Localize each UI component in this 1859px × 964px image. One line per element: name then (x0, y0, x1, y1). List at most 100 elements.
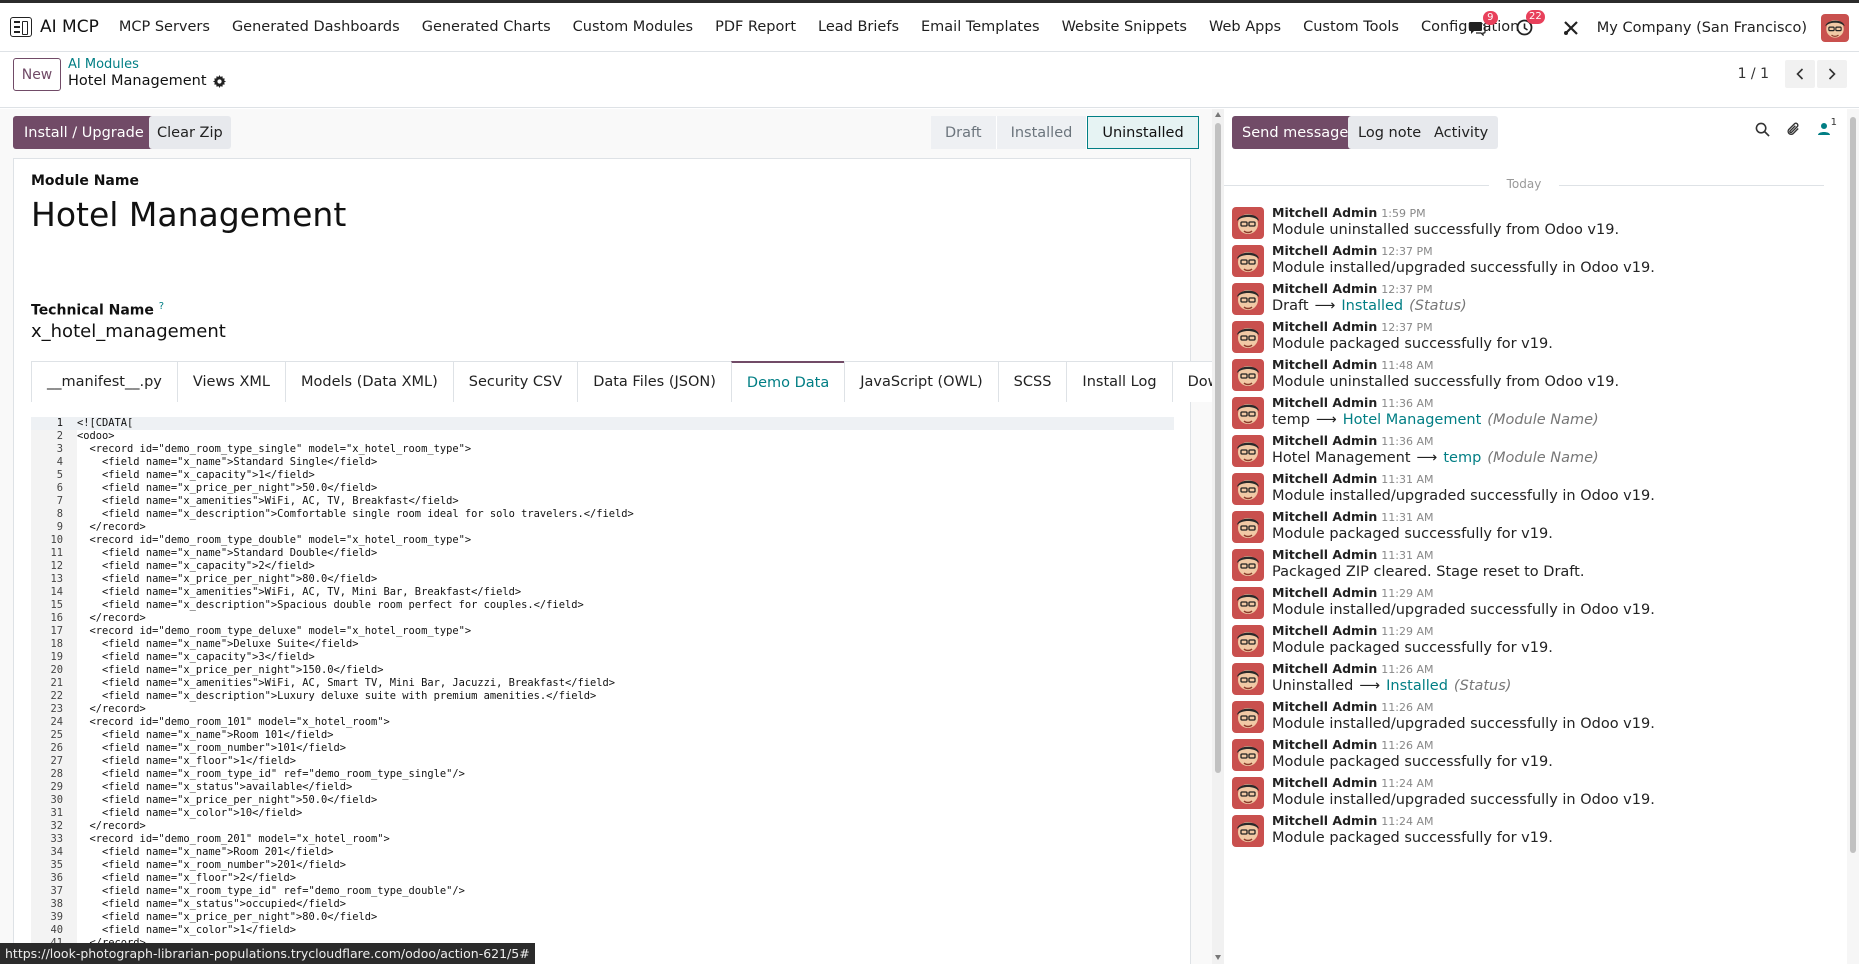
message-author[interactable]: Mitchell Admin 11:24 AM (1272, 813, 1433, 828)
author-name[interactable]: Mitchell Admin (1272, 547, 1377, 562)
messages-button[interactable]: 9 (1468, 10, 1498, 36)
avatar[interactable] (1232, 739, 1264, 771)
gear-icon[interactable] (212, 74, 226, 88)
avatar[interactable] (1232, 815, 1264, 847)
avatar[interactable] (1232, 625, 1264, 657)
tab[interactable]: JavaScript (OWL) (844, 361, 999, 402)
tab[interactable]: SCSS (997, 361, 1068, 402)
message-author[interactable]: Mitchell Admin 1:59 PM (1272, 205, 1426, 220)
author-name[interactable]: Mitchell Admin (1272, 319, 1377, 334)
install-upgrade-button[interactable]: Install / Upgrade (13, 116, 155, 149)
breadcrumb-parent[interactable]: AI Modules (68, 57, 139, 72)
avatar[interactable] (1232, 359, 1264, 391)
tab[interactable]: Install Log (1066, 361, 1173, 402)
message-author[interactable]: Mitchell Admin 11:29 AM (1272, 585, 1433, 600)
message-author[interactable]: Mitchell Admin 11:26 AM (1272, 661, 1433, 676)
message-author[interactable]: Mitchell Admin 11:31 AM (1272, 509, 1433, 524)
avatar[interactable] (1821, 13, 1849, 42)
message-author[interactable]: Mitchell Admin 11:48 AM (1272, 357, 1433, 372)
avatar[interactable] (1232, 207, 1264, 239)
chatter-scrollbar-thumb[interactable] (1850, 117, 1856, 853)
activity-button[interactable]: Activity (1424, 116, 1499, 149)
author-name[interactable]: Mitchell Admin (1272, 395, 1377, 410)
nav-item[interactable]: Email Templates (921, 19, 1040, 35)
author-name[interactable]: Mitchell Admin (1272, 205, 1377, 220)
clear-zip-button[interactable]: Clear Zip (149, 116, 231, 149)
author-name[interactable]: Mitchell Admin (1272, 243, 1377, 258)
stage-draft[interactable]: Draft (931, 116, 997, 149)
chatter-scrollbar[interactable] (1847, 109, 1859, 964)
tab[interactable]: Security CSV (452, 361, 579, 402)
author-name[interactable]: Mitchell Admin (1272, 433, 1377, 448)
author-name[interactable]: Mitchell Admin (1272, 699, 1377, 714)
message-author[interactable]: Mitchell Admin 11:24 AM (1272, 775, 1433, 790)
author-name[interactable]: Mitchell Admin (1272, 661, 1377, 676)
author-name[interactable]: Mitchell Admin (1272, 471, 1377, 486)
pager-next-button[interactable] (1817, 60, 1847, 88)
form-scrollbar-thumb[interactable] (1215, 123, 1221, 773)
message-author[interactable]: Mitchell Admin 11:36 AM (1272, 433, 1433, 448)
followers-button[interactable]: 1 (1817, 117, 1837, 136)
author-name[interactable]: Mitchell Admin (1272, 509, 1377, 524)
nav-item[interactable]: Custom Tools (1303, 19, 1399, 35)
message-author[interactable]: Mitchell Admin 11:26 AM (1272, 737, 1433, 752)
stage-installed[interactable]: Installed (996, 116, 1088, 149)
message-author[interactable]: Mitchell Admin 11:31 AM (1272, 471, 1433, 486)
scroll-down-icon[interactable] (1215, 955, 1221, 960)
technical-name-field[interactable]: x_hotel_management (31, 321, 226, 342)
author-name[interactable]: Mitchell Admin (1272, 775, 1377, 790)
avatar[interactable] (1232, 777, 1264, 809)
nav-item[interactable]: Generated Dashboards (232, 19, 400, 35)
nav-item[interactable]: Website Snippets (1062, 19, 1187, 35)
message-author[interactable]: Mitchell Admin 11:31 AM (1272, 547, 1433, 562)
message-author[interactable]: Mitchell Admin 12:37 PM (1272, 281, 1433, 296)
nav-item[interactable]: MCP Servers (119, 19, 210, 35)
tab[interactable]: Demo Data (730, 361, 846, 402)
debug-tools-button[interactable] (1563, 20, 1579, 36)
app-brand[interactable]: AI MCP (10, 17, 99, 37)
nav-item[interactable]: Generated Charts (422, 19, 551, 35)
avatar[interactable] (1232, 397, 1264, 429)
tab[interactable]: Views XML (176, 361, 286, 402)
avatar[interactable] (1232, 321, 1264, 353)
nav-item[interactable]: PDF Report (715, 19, 796, 35)
new-button[interactable]: New (13, 58, 61, 91)
tab[interactable]: Models (Data XML) (285, 361, 454, 402)
avatar[interactable] (1232, 283, 1264, 315)
avatar[interactable] (1232, 511, 1264, 543)
pager-previous-button[interactable] (1785, 60, 1815, 88)
author-name[interactable]: Mitchell Admin (1272, 737, 1377, 752)
help-tooltip-icon[interactable]: ? (159, 301, 164, 312)
author-name[interactable]: Mitchell Admin (1272, 281, 1377, 296)
nav-item[interactable]: Custom Modules (573, 19, 693, 35)
tab[interactable]: Download (1171, 361, 1212, 402)
scroll-up-icon[interactable] (1215, 112, 1221, 117)
message-author[interactable]: Mitchell Admin 12:37 PM (1272, 243, 1433, 258)
message-author[interactable]: Mitchell Admin 11:36 AM (1272, 395, 1433, 410)
paperclip-icon[interactable] (1786, 121, 1801, 137)
avatar[interactable] (1232, 473, 1264, 505)
nav-item[interactable]: Lead Briefs (818, 19, 899, 35)
log-note-button[interactable]: Log note (1348, 116, 1432, 149)
pager-value[interactable]: 1 / 1 (1738, 66, 1769, 82)
author-name[interactable]: Mitchell Admin (1272, 585, 1377, 600)
nav-item[interactable]: Web Apps (1209, 19, 1281, 35)
activities-button[interactable]: 22 (1516, 10, 1545, 36)
send-message-button[interactable]: Send message (1232, 116, 1359, 149)
avatar[interactable] (1232, 663, 1264, 695)
tab[interactable]: Data Files (JSON) (577, 361, 732, 402)
author-name[interactable]: Mitchell Admin (1272, 357, 1377, 372)
avatar[interactable] (1232, 587, 1264, 619)
tab[interactable]: __manifest__.py (31, 361, 178, 402)
stage-uninstalled[interactable]: Uninstalled (1087, 116, 1199, 149)
avatar[interactable] (1232, 701, 1264, 733)
module-name-field[interactable]: Hotel Management (31, 195, 346, 234)
message-author[interactable]: Mitchell Admin 11:29 AM (1272, 623, 1433, 638)
message-author[interactable]: Mitchell Admin 12:37 PM (1272, 319, 1433, 334)
avatar[interactable] (1232, 435, 1264, 467)
message-author[interactable]: Mitchell Admin 11:26 AM (1272, 699, 1433, 714)
form-scrollbar[interactable] (1212, 109, 1224, 964)
author-name[interactable]: Mitchell Admin (1272, 623, 1377, 638)
demo-data-code-editor[interactable]: 1 <![CDATA[2 <odoo> 3 <record id="demo_room… (31, 417, 1174, 964)
author-name[interactable]: Mitchell Admin (1272, 813, 1377, 828)
